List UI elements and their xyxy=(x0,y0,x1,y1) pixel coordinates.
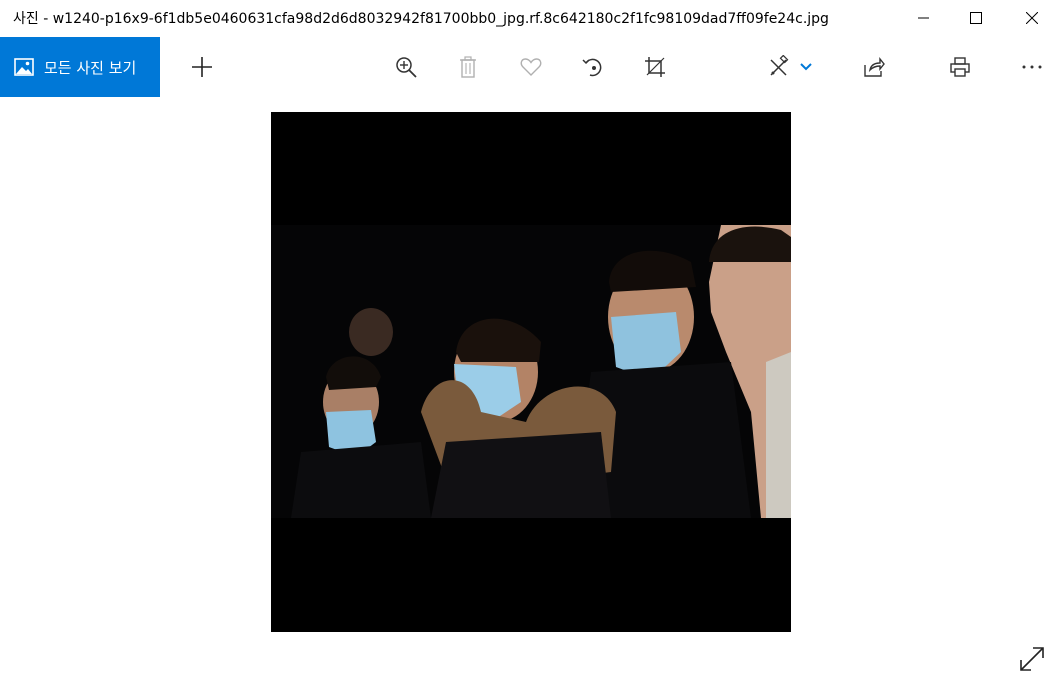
printer-icon xyxy=(950,57,970,77)
win-controls-bg3 xyxy=(1052,0,1062,36)
win-close[interactable] xyxy=(1012,0,1052,36)
win-controls-bg xyxy=(944,0,956,36)
crop-icon xyxy=(645,57,665,77)
more-icon xyxy=(1022,65,1042,69)
all-photos-label: 모든 사진 보기 xyxy=(44,58,137,77)
title-bar: 사진 - w1240-p16x9-6f1db5e0460631cfa98d2d6… xyxy=(0,0,1062,36)
photo[interactable] xyxy=(271,112,791,632)
zoom-button[interactable] xyxy=(388,49,424,85)
heart-icon xyxy=(520,58,542,76)
minimize-icon xyxy=(918,17,929,19)
print-button[interactable] xyxy=(942,49,978,85)
edit-pencil-icon xyxy=(770,55,789,76)
delete-button[interactable] xyxy=(450,49,486,85)
win-controls-bg2 xyxy=(996,0,1012,36)
add-button[interactable] xyxy=(184,49,220,85)
more-button[interactable] xyxy=(1014,49,1050,85)
crop-button[interactable] xyxy=(637,49,673,85)
share-icon xyxy=(864,57,885,77)
trash-icon xyxy=(460,56,476,78)
win-maximize[interactable] xyxy=(956,0,996,36)
close-icon xyxy=(1026,12,1038,24)
all-photos-button[interactable]: 모든 사진 보기 xyxy=(0,37,160,97)
rotate-icon xyxy=(582,58,602,77)
fullscreen-button[interactable] xyxy=(1016,643,1048,675)
rotate-button[interactable] xyxy=(575,49,611,85)
win-minimize[interactable] xyxy=(904,0,944,36)
chevron-down-icon xyxy=(800,63,812,71)
window-title: 사진 - w1240-p16x9-6f1db5e0460631cfa98d2d6… xyxy=(13,11,829,27)
plus-icon xyxy=(192,57,212,77)
expand-icon xyxy=(1020,647,1044,671)
photo-canvas xyxy=(271,112,791,632)
image-icon xyxy=(14,57,34,77)
edit-dropdown-button[interactable] xyxy=(792,49,820,85)
favorite-button[interactable] xyxy=(513,49,549,85)
maximize-icon xyxy=(970,12,982,24)
toolbar: 모든 사진 보기 xyxy=(0,37,1062,97)
share-button[interactable] xyxy=(856,49,892,85)
image-viewer xyxy=(0,97,1062,681)
zoom-in-icon xyxy=(396,57,417,78)
